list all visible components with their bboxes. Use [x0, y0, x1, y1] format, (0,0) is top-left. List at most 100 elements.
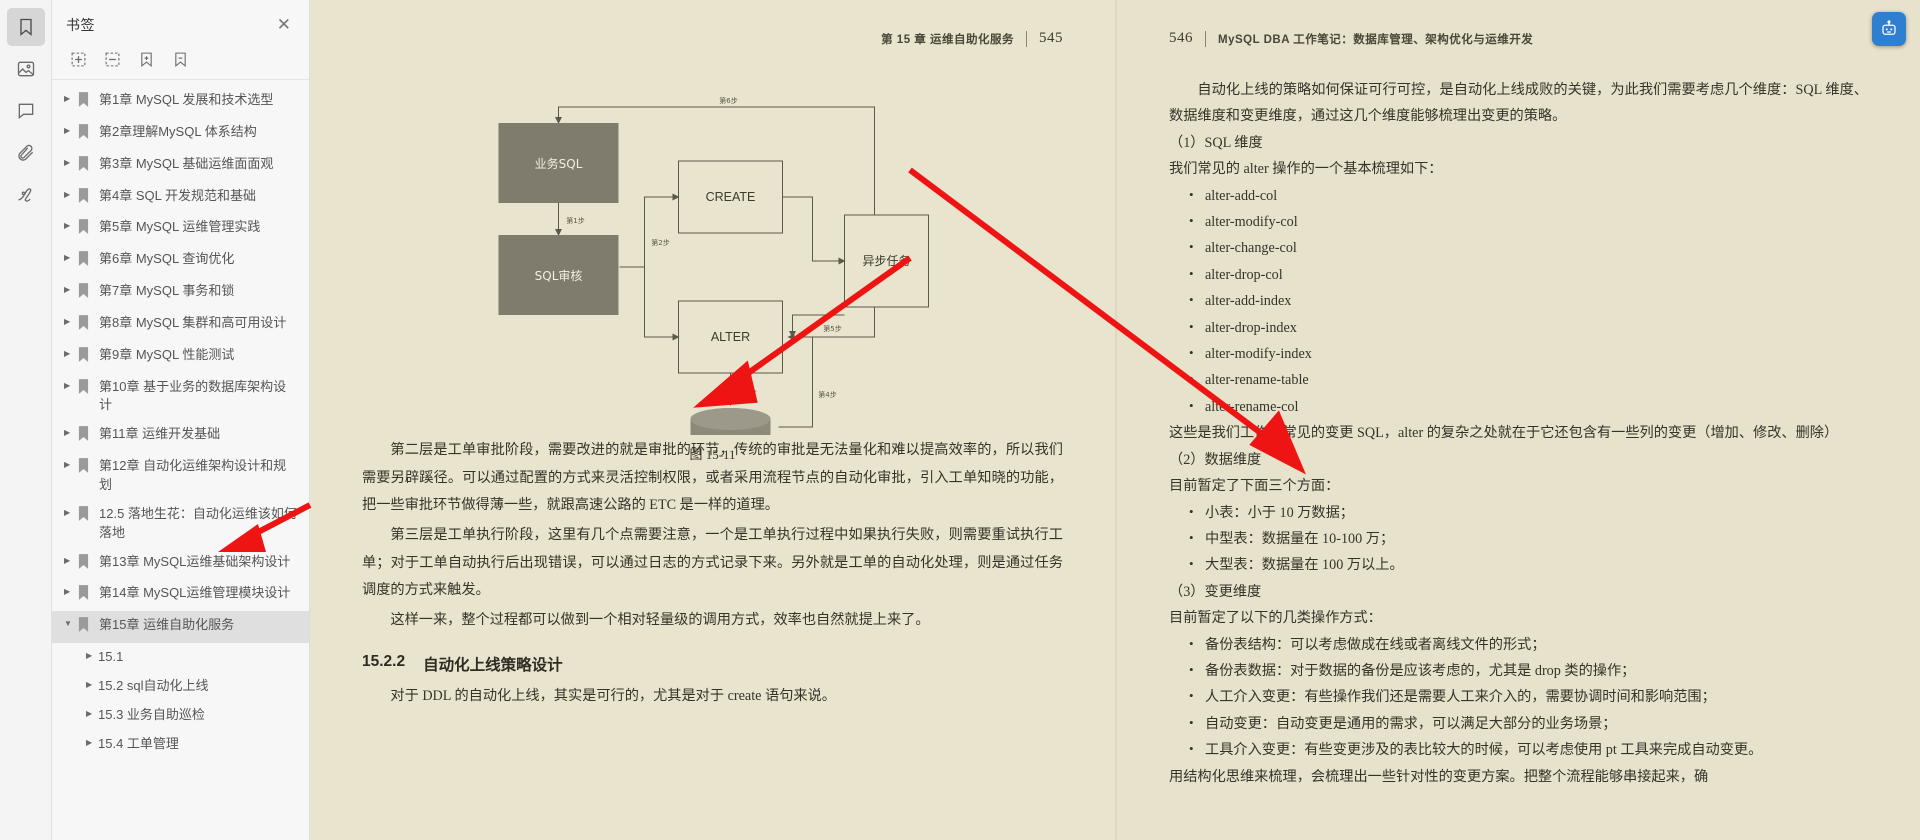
bookmark-icon — [78, 553, 94, 575]
caret-right-icon[interactable]: ▶ — [64, 286, 76, 294]
bookmark-item[interactable]: ▶ 第9章 MySQL 性能测试 — [52, 341, 309, 373]
right-paragraph: 用结构化思维来梳理，会梳理出一些针对性的变更方案。把整个流程能够串接起来，确 — [1169, 768, 1709, 785]
remove-bookmark-button[interactable] — [170, 49, 190, 69]
bookmark-item[interactable]: ▶ 15.4 工单管理 — [52, 730, 309, 759]
caret-right-icon[interactable]: ▶ — [64, 95, 76, 103]
caret-down-icon[interactable]: ▼ — [64, 620, 76, 628]
caret-right-icon[interactable]: ▶ — [64, 381, 76, 390]
subsection-heading: （2）数据维度 — [1169, 451, 1262, 468]
document-viewer[interactable]: 第 15 章 运维自助化服务 545 业务SQL SQL审核 CREATE AL… — [310, 0, 1920, 840]
bullet-item: alter-add-index — [1169, 288, 1868, 314]
caret-right-icon[interactable]: ▶ — [64, 190, 76, 199]
right-content-blocks: （1）SQL 维度我们常见的 alter 操作的一个基本梳理如下： alter-a… — [1169, 130, 1868, 790]
close-panel-button[interactable]: ✕ — [273, 14, 295, 35]
page-546: 546 MySQL DBA 工作笔记：数据库管理、架构优化与运维开发 自动化上线… — [1115, 0, 1920, 840]
bookmark-icon — [78, 251, 94, 272]
bookmark-label: 第1章 MySQL 发展和技术选型 — [99, 92, 274, 107]
bookmark-item[interactable]: ▶ 第14章 MySQL运维管理模块设计 — [52, 579, 309, 611]
rail-bookmarks[interactable] — [6, 8, 45, 46]
bookmark-item[interactable]: ▶ 第13章 MySQL运维基础架构设计 — [52, 548, 309, 580]
edge-label-step6: 第6步 — [719, 96, 737, 105]
caret-right-icon[interactable]: ▶ — [64, 461, 76, 469]
bookmark-item[interactable]: ▼ 第15章 运维自助化服务 — [52, 611, 309, 644]
bookmark-label: 第4章 SQL 开发规范和基础 — [99, 187, 256, 203]
bookmark-label: 第2章理解MySQL 体系结构 — [99, 123, 257, 139]
caret-right-icon[interactable]: ▶ — [64, 317, 76, 326]
robot-icon — [1882, 20, 1896, 35]
bullet-item: alter-add-col — [1169, 183, 1868, 209]
bookmark-item[interactable]: ▶ 第1章 MySQL 发展和技术选型 — [52, 86, 309, 118]
bookmark-item[interactable]: ▶ 第5章 MySQL 运维管理实践 — [52, 213, 309, 245]
bookmark-item[interactable]: ▶ 15.3 业务自助巡检 — [52, 701, 309, 730]
bookmark-label: 第6章 MySQL 查询优化 — [99, 251, 235, 267]
bullet-item: alter-change-col — [1169, 235, 1868, 261]
figure-15-11-diagram: 业务SQL SQL审核 CREATE ALTER 异步任务 第1步 第2步 第3… — [498, 96, 929, 490]
bookmark-item[interactable]: ▶ 第4章 SQL 开发规范和基础 — [52, 182, 309, 214]
bullet-item: 小表：小于 10 万数据； — [1169, 500, 1868, 526]
bullet-item: alter-drop-col — [1169, 262, 1868, 288]
expand-all-button[interactable] — [68, 49, 88, 69]
node-alter: ALTER — [678, 300, 783, 374]
caret-right-icon[interactable]: ▶ — [86, 680, 98, 689]
caret-right-icon[interactable]: ▶ — [64, 429, 76, 437]
bullet-item: alter-modify-col — [1169, 209, 1868, 235]
bookmark-label: 15.1 — [98, 649, 124, 665]
bookmark-item[interactable]: ▶ 第10章 基于业务的数据库架构设计 — [52, 373, 309, 421]
pdf-reader-window: 书签 ✕ ▶ 第1章 MySQL 发展和技术选型 ▶ 第2章理解MySQL 体系… — [0, 0, 1920, 840]
bookmark-item[interactable]: ▶ 第6章 MySQL 查询优化 — [52, 245, 309, 277]
right-page-body: 自动化上线的策略如何保证可行可控，是自动化上线成败的关键，为此我们需要考虑几个维… — [1169, 47, 1868, 790]
caret-right-icon[interactable]: ▶ — [86, 652, 98, 660]
node-biz-sql: 业务SQL — [498, 123, 619, 203]
bookmark-item[interactable]: ▶ 第11章 运维开发基础 — [52, 420, 309, 452]
caret-right-icon[interactable]: ▶ — [86, 709, 98, 718]
bookmark-minus-icon — [174, 52, 186, 67]
svg-text:业务SQL: 业务SQL — [535, 156, 583, 171]
left-page-chapter: 第 15 章 运维自助化服务 — [881, 33, 1014, 46]
right-intro-paragraph: 自动化上线的策略如何保证可行可控，是自动化上线成败的关键，为此我们需要考虑几个维… — [1169, 82, 1868, 125]
bookmark-item[interactable]: ▶ 第3章 MySQL 基础运维面面观 — [52, 150, 309, 182]
right-page-book-title: MySQL DBA 工作笔记：数据库管理、架构优化与运维开发 — [1218, 33, 1534, 46]
caret-right-icon[interactable]: ▶ — [64, 349, 76, 358]
bookmark-item[interactable]: ▶ 第8章 MySQL 集群和高可用设计 — [52, 309, 309, 341]
caret-right-icon[interactable]: ▶ — [64, 556, 76, 565]
caret-right-icon[interactable]: ▶ — [64, 126, 76, 135]
caret-right-icon[interactable]: ▶ — [64, 158, 76, 167]
caret-right-icon[interactable]: ▶ — [64, 588, 76, 596]
ai-assistant-button[interactable] — [1872, 12, 1906, 46]
header-divider — [1026, 30, 1027, 47]
bookmark-item[interactable]: ▶ 15.1 — [52, 643, 309, 672]
bullet-item: 备份表结构：可以考虑做成在线或者离线文件的形式； — [1169, 632, 1868, 658]
bookmark-label: 第8章 MySQL 集群和高可用设计 — [99, 314, 287, 330]
bookmark-icon — [78, 346, 94, 368]
left-paragraph-tail: 对于 DDL 的自动化上线，其实是可行的，尤其是对于 create 语句来说。 — [390, 687, 836, 704]
caret-right-icon[interactable]: ▶ — [64, 254, 76, 262]
caret-right-icon[interactable]: ▶ — [64, 508, 76, 517]
bullet-item: 备份表数据：对于数据的备份是应该考虑的，尤其是 drop 类的操作； — [1169, 658, 1868, 684]
left-page-running-head: 第 15 章 运维自助化服务 545 — [362, 0, 1063, 47]
edge-label-step2: 第2步 — [651, 238, 669, 247]
bookmark-item[interactable]: ▶ 12.5 落地生花：自动化运维该如何落地 — [52, 500, 309, 548]
rail-signature[interactable] — [7, 176, 45, 214]
bookmark-icon — [78, 378, 94, 400]
caret-right-icon[interactable]: ▶ — [86, 738, 98, 747]
rail-thumbnails[interactable] — [7, 50, 45, 88]
bullet-item: 大型表：数据量在 100 万以上。 — [1169, 552, 1868, 578]
rail-attachments[interactable] — [7, 134, 45, 172]
bookmark-item[interactable]: ▶ 15.2 sql自动化上线 — [52, 672, 309, 701]
node-async-task: 异步任务 — [844, 214, 929, 308]
right-page-number: 546 — [1169, 30, 1193, 46]
collapse-all-button[interactable] — [102, 49, 122, 69]
figure-15-11: 业务SQL SQL审核 CREATE ALTER 异步任务 第1步 第2步 第3… — [362, 75, 1063, 490]
add-bookmark-button[interactable] — [136, 49, 156, 69]
bookmark-list[interactable]: ▶ 第1章 MySQL 发展和技术选型 ▶ 第2章理解MySQL 体系结构 ▶ 第3章 M… — [52, 80, 309, 840]
bullet-item: alter-rename-table — [1169, 367, 1868, 393]
bookmark-item[interactable]: ▶ 第2章理解MySQL 体系结构 — [52, 118, 309, 150]
right-paragraph: 这些是我们工作中常见的变更 SQL，alter 的复杂之处就在于它还包含有一些列… — [1169, 425, 1839, 442]
bookmark-item[interactable]: ▶ 第12章 自动化运维架构设计和规划 — [52, 452, 309, 500]
rail-comments[interactable] — [7, 92, 45, 130]
caret-right-icon[interactable]: ▶ — [64, 222, 76, 230]
bookmark-icon — [78, 155, 94, 177]
bookmark-item[interactable]: ▶ 第7章 MySQL 事务和锁 — [52, 277, 309, 309]
left-paragraph-3: 这样一来，整个过程都可以做到一个相对轻量级的调用方式，效率也自然就提上来了。 — [390, 612, 930, 629]
section-title: 自动化上线策略设计 — [423, 656, 563, 674]
